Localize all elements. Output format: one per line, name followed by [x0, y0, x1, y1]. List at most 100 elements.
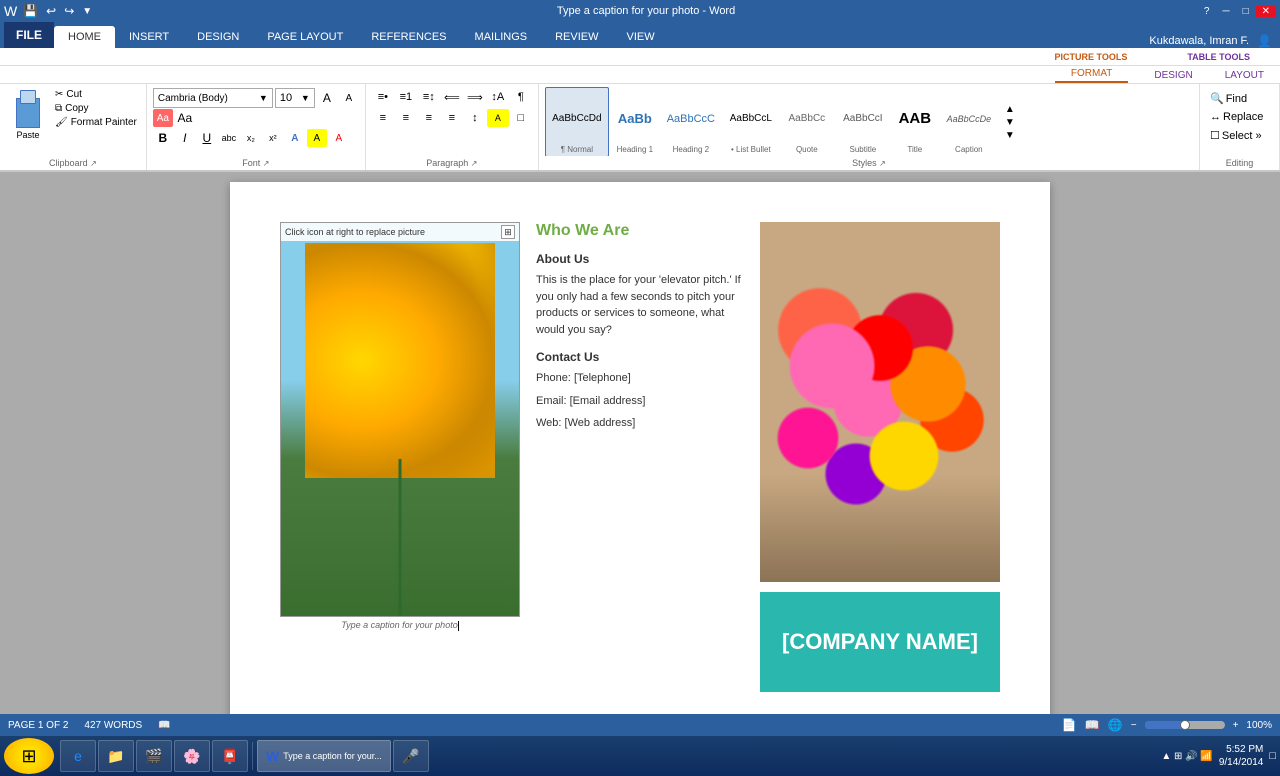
center-column: Who We Are About Us This is the place fo…	[536, 222, 744, 692]
start-button[interactable]: ⊞	[4, 738, 54, 774]
styles-scroll-down[interactable]: ▼	[1005, 117, 1015, 128]
zoom-in-btn[interactable]: +	[1233, 720, 1239, 731]
cut-button[interactable]: ✂ Cut	[52, 88, 140, 101]
word-count: 427 WORDS	[84, 720, 142, 731]
sort-button[interactable]: ↕A	[487, 88, 509, 106]
tab-design[interactable]: DESIGN	[183, 26, 253, 48]
zoom-thumb[interactable]	[1180, 720, 1190, 730]
image-caption[interactable]: Type a caption for your photo	[280, 620, 520, 631]
shrink-font-button[interactable]: A	[339, 89, 359, 107]
text-effects-button[interactable]: A	[285, 129, 305, 147]
replace-picture-icon[interactable]: ⊞	[501, 225, 515, 239]
decrease-indent-button[interactable]: ⟸	[441, 88, 463, 106]
qa-more[interactable]: ▼	[80, 6, 94, 17]
bold-button[interactable]: B	[153, 129, 173, 147]
qa-save[interactable]: 💾	[21, 4, 40, 18]
increase-indent-button[interactable]: ⟹	[464, 88, 486, 106]
subtab-layout[interactable]: LAYOUT	[1209, 68, 1280, 83]
tab-references[interactable]: REFERENCES	[357, 26, 460, 48]
find-button[interactable]: 🔍 Find	[1206, 90, 1251, 107]
select-button[interactable]: ☐ Select »	[1206, 127, 1266, 144]
taskbar-explorer[interactable]: 📁	[98, 740, 134, 772]
show-marks-button[interactable]: ¶	[510, 88, 532, 106]
taskbar-media[interactable]: 🎬	[136, 740, 172, 772]
align-right-button[interactable]: ≡	[418, 109, 440, 127]
clipboard-group-label: Clipboard ↗	[4, 156, 142, 170]
window-controls-left: W 💾 ↩ ↪ ▼	[4, 3, 94, 19]
clock: 5:52 PM 9/14/2014	[1219, 743, 1264, 769]
font-name-selector[interactable]: Cambria (Body) ▼	[153, 88, 273, 108]
zoom-slider[interactable]	[1145, 721, 1225, 729]
line-spacing-button[interactable]: ↕	[464, 109, 486, 127]
style-quote[interactable]: AaBbCc Quote	[781, 87, 833, 156]
justify-button[interactable]: ≡	[441, 109, 463, 127]
taskbar-app2[interactable]: 🎤	[393, 740, 429, 772]
superscript-button[interactable]: x²	[263, 129, 283, 147]
tab-home[interactable]: HOME	[54, 26, 115, 48]
shading-button[interactable]: A	[487, 109, 509, 127]
strikethrough-button[interactable]: abc	[219, 129, 239, 147]
grow-font-button[interactable]: A	[317, 89, 337, 107]
tab-view[interactable]: VIEW	[613, 26, 669, 48]
format-painter-button[interactable]: 🖌 Format Painter	[52, 116, 140, 129]
subtab-format[interactable]: FORMAT	[1055, 66, 1128, 83]
font-size-selector[interactable]: 10 ▼	[275, 88, 315, 108]
style-title[interactable]: AAB Title	[893, 87, 937, 156]
bottom-text-area: How do you get started with this	[280, 712, 1000, 714]
help-btn[interactable]: ?	[1198, 6, 1216, 17]
replace-button[interactable]: ↔ Replace	[1206, 109, 1267, 125]
style-normal[interactable]: AaBbCcDd ¶ Normal	[545, 87, 609, 156]
notifications-btn[interactable]: □	[1269, 750, 1276, 762]
zoom-out-btn[interactable]: −	[1131, 720, 1137, 731]
style-heading1[interactable]: AaBb Heading 1	[609, 87, 661, 156]
paste-button[interactable]: Paste	[6, 88, 50, 142]
text-highlight-button[interactable]: A	[307, 129, 327, 147]
style-heading2[interactable]: AaBbCcC Heading 2	[661, 87, 721, 156]
tab-page-layout[interactable]: PAGE LAYOUT	[253, 26, 357, 48]
subscript-button[interactable]: x₂	[241, 129, 261, 147]
clear-format-button[interactable]: Aa	[153, 109, 173, 127]
taskbar-word[interactable]: W Type a caption for your...	[257, 740, 391, 772]
qa-undo[interactable]: ↩	[44, 4, 58, 18]
qa-redo[interactable]: ↪	[62, 4, 76, 18]
subtab-design[interactable]: DESIGN	[1138, 68, 1208, 83]
taskbar-photos[interactable]: 🌸	[174, 740, 210, 772]
taskbar-mail[interactable]: 📮	[212, 740, 248, 772]
numbering-button[interactable]: ≡1	[395, 88, 417, 106]
styles-scroll-up[interactable]: ▲	[1005, 104, 1015, 115]
restore-btn[interactable]: □	[1237, 6, 1255, 17]
copy-button[interactable]: ⧉ Copy	[52, 102, 140, 115]
italic-button[interactable]: I	[175, 129, 195, 147]
styles-expand[interactable]: ▼	[1005, 130, 1015, 141]
multilevel-button[interactable]: ≡↕	[418, 88, 440, 106]
view-web-icon[interactable]: 🌐	[1108, 718, 1123, 732]
style-list-bullet[interactable]: AaBbCcL • List Bullet	[721, 87, 781, 156]
view-print-icon[interactable]: 📄	[1062, 718, 1077, 732]
app2-icon: 🎤	[402, 748, 419, 765]
borders-button[interactable]: □	[510, 109, 532, 127]
underline-button[interactable]: U	[197, 129, 217, 147]
align-center-button[interactable]: ≡	[395, 109, 417, 127]
file-tab[interactable]: FILE	[4, 22, 54, 48]
phone-info: Phone: [Telephone]	[536, 370, 744, 387]
explorer-icon: 📁	[107, 748, 124, 765]
tab-review[interactable]: REVIEW	[541, 26, 612, 48]
user-name: Kukdawala, Imran F.	[1149, 35, 1249, 47]
font-color-button[interactable]: A	[329, 129, 349, 147]
view-read-icon[interactable]: 📖	[1085, 718, 1100, 732]
bullets-button[interactable]: ≡•	[372, 88, 394, 106]
style-subtitle[interactable]: AaBbCcI Subtitle	[833, 87, 893, 156]
proofing-icon[interactable]: 📖	[158, 720, 170, 731]
tab-mailings[interactable]: MAILINGS	[461, 26, 542, 48]
who-we-are-heading: Who We Are	[536, 222, 744, 240]
change-case-button[interactable]: Aa	[175, 109, 195, 127]
taskbar-ie[interactable]: e	[60, 740, 96, 772]
font-group-label: Font ↗	[151, 156, 361, 170]
editing-group: 🔍 Find ↔ Replace ☐ Select » Editing	[1200, 84, 1280, 170]
align-left-button[interactable]: ≡	[372, 109, 394, 127]
minimize-btn[interactable]: ─	[1216, 6, 1235, 17]
close-btn[interactable]: ✕	[1256, 6, 1276, 17]
style-caption[interactable]: AaBbCcDe Caption	[937, 87, 1001, 156]
font-dropdown-arrow: ▼	[259, 93, 268, 103]
tab-insert[interactable]: INSERT	[115, 26, 183, 48]
